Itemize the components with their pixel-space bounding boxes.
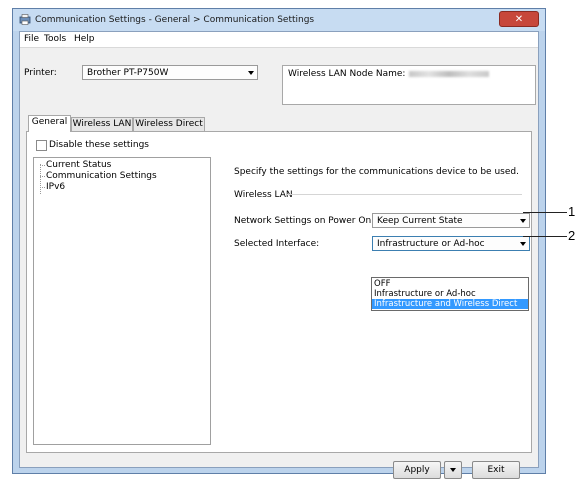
network-settings-label: Network Settings on Power On:	[234, 216, 375, 226]
tab-wireless-direct[interactable]: Wireless Direct	[133, 117, 205, 131]
tree-connector	[40, 187, 45, 188]
exit-button-label: Exit	[487, 465, 505, 475]
tree-item-communication-settings[interactable]: Communication Settings	[46, 171, 157, 181]
group-divider	[287, 194, 522, 195]
wireless-lan-group-label: Wireless LAN	[234, 190, 293, 200]
chevron-down-icon	[520, 219, 526, 223]
selected-interface-select[interactable]: Infrastructure or Ad-hoc	[372, 236, 530, 251]
chevron-down-icon	[248, 71, 254, 75]
printer-select-value: Brother PT-P750W	[87, 68, 169, 78]
interface-option-off[interactable]: OFF	[372, 279, 528, 289]
close-button[interactable]: ✕	[499, 11, 539, 27]
exit-button[interactable]: Exit	[472, 461, 520, 479]
menu-bar: File Tools Help	[20, 32, 538, 48]
callout-line-2	[523, 236, 567, 237]
panel-description: Specify the settings for the communicati…	[234, 167, 519, 177]
disable-settings-checkbox[interactable]	[36, 140, 47, 151]
tree-connector	[40, 176, 45, 177]
callout-line-1	[523, 212, 567, 213]
printer-select[interactable]: Brother PT-P750W	[82, 65, 258, 80]
tab-wireless-lan[interactable]: Wireless LAN	[71, 117, 133, 131]
tree-item-current-status[interactable]: Current Status	[46, 160, 111, 170]
close-icon: ✕	[514, 14, 524, 25]
menu-tools[interactable]: Tools	[44, 34, 66, 44]
printer-app-icon	[19, 14, 31, 25]
apply-button-label: Apply	[404, 465, 430, 475]
tree-connector	[40, 165, 45, 166]
node-name-redacted	[409, 70, 490, 77]
tree-connector	[40, 164, 41, 194]
settings-tree: Current Status Communication Settings IP…	[33, 157, 211, 445]
interface-option-infrastructure-and-wireless-direct[interactable]: Infrastructure and Wireless Direct	[372, 299, 528, 309]
network-settings-value: Keep Current State	[377, 216, 463, 226]
selected-interface-label: Selected Interface:	[234, 239, 320, 249]
chevron-down-icon	[520, 242, 526, 246]
communication-settings-window: Communication Settings - General > Commu…	[12, 8, 546, 479]
window-title: Communication Settings - General > Commu…	[35, 15, 315, 25]
apply-options-button[interactable]	[444, 461, 462, 479]
node-name-box: Wireless LAN Node Name:	[282, 65, 536, 105]
tree-item-ipv6[interactable]: IPv6	[46, 182, 65, 192]
chevron-down-icon	[450, 468, 456, 472]
title-bar: Communication Settings - General > Commu…	[13, 9, 545, 31]
menu-help[interactable]: Help	[74, 34, 95, 44]
interface-dropdown-list: OFF Infrastructure or Ad-hoc Infrastruct…	[371, 277, 529, 311]
window-client-area: File Tools Help Printer: Brother PT-P750…	[19, 31, 539, 479]
printer-label: Printer:	[24, 68, 57, 78]
callout-number-1: 1	[568, 204, 576, 219]
menu-file[interactable]: File	[24, 34, 39, 44]
network-settings-select[interactable]: Keep Current State	[372, 213, 530, 228]
interface-option-infrastructure-or-adhoc[interactable]: Infrastructure or Ad-hoc	[372, 289, 528, 299]
selected-interface-value: Infrastructure or Ad-hoc	[377, 239, 485, 249]
callout-number-2: 2	[568, 228, 576, 243]
disable-settings-label: Disable these settings	[49, 140, 149, 150]
apply-button[interactable]: Apply	[393, 461, 441, 479]
node-name-label: Wireless LAN Node Name:	[288, 69, 490, 79]
tab-general[interactable]: General	[28, 115, 71, 132]
